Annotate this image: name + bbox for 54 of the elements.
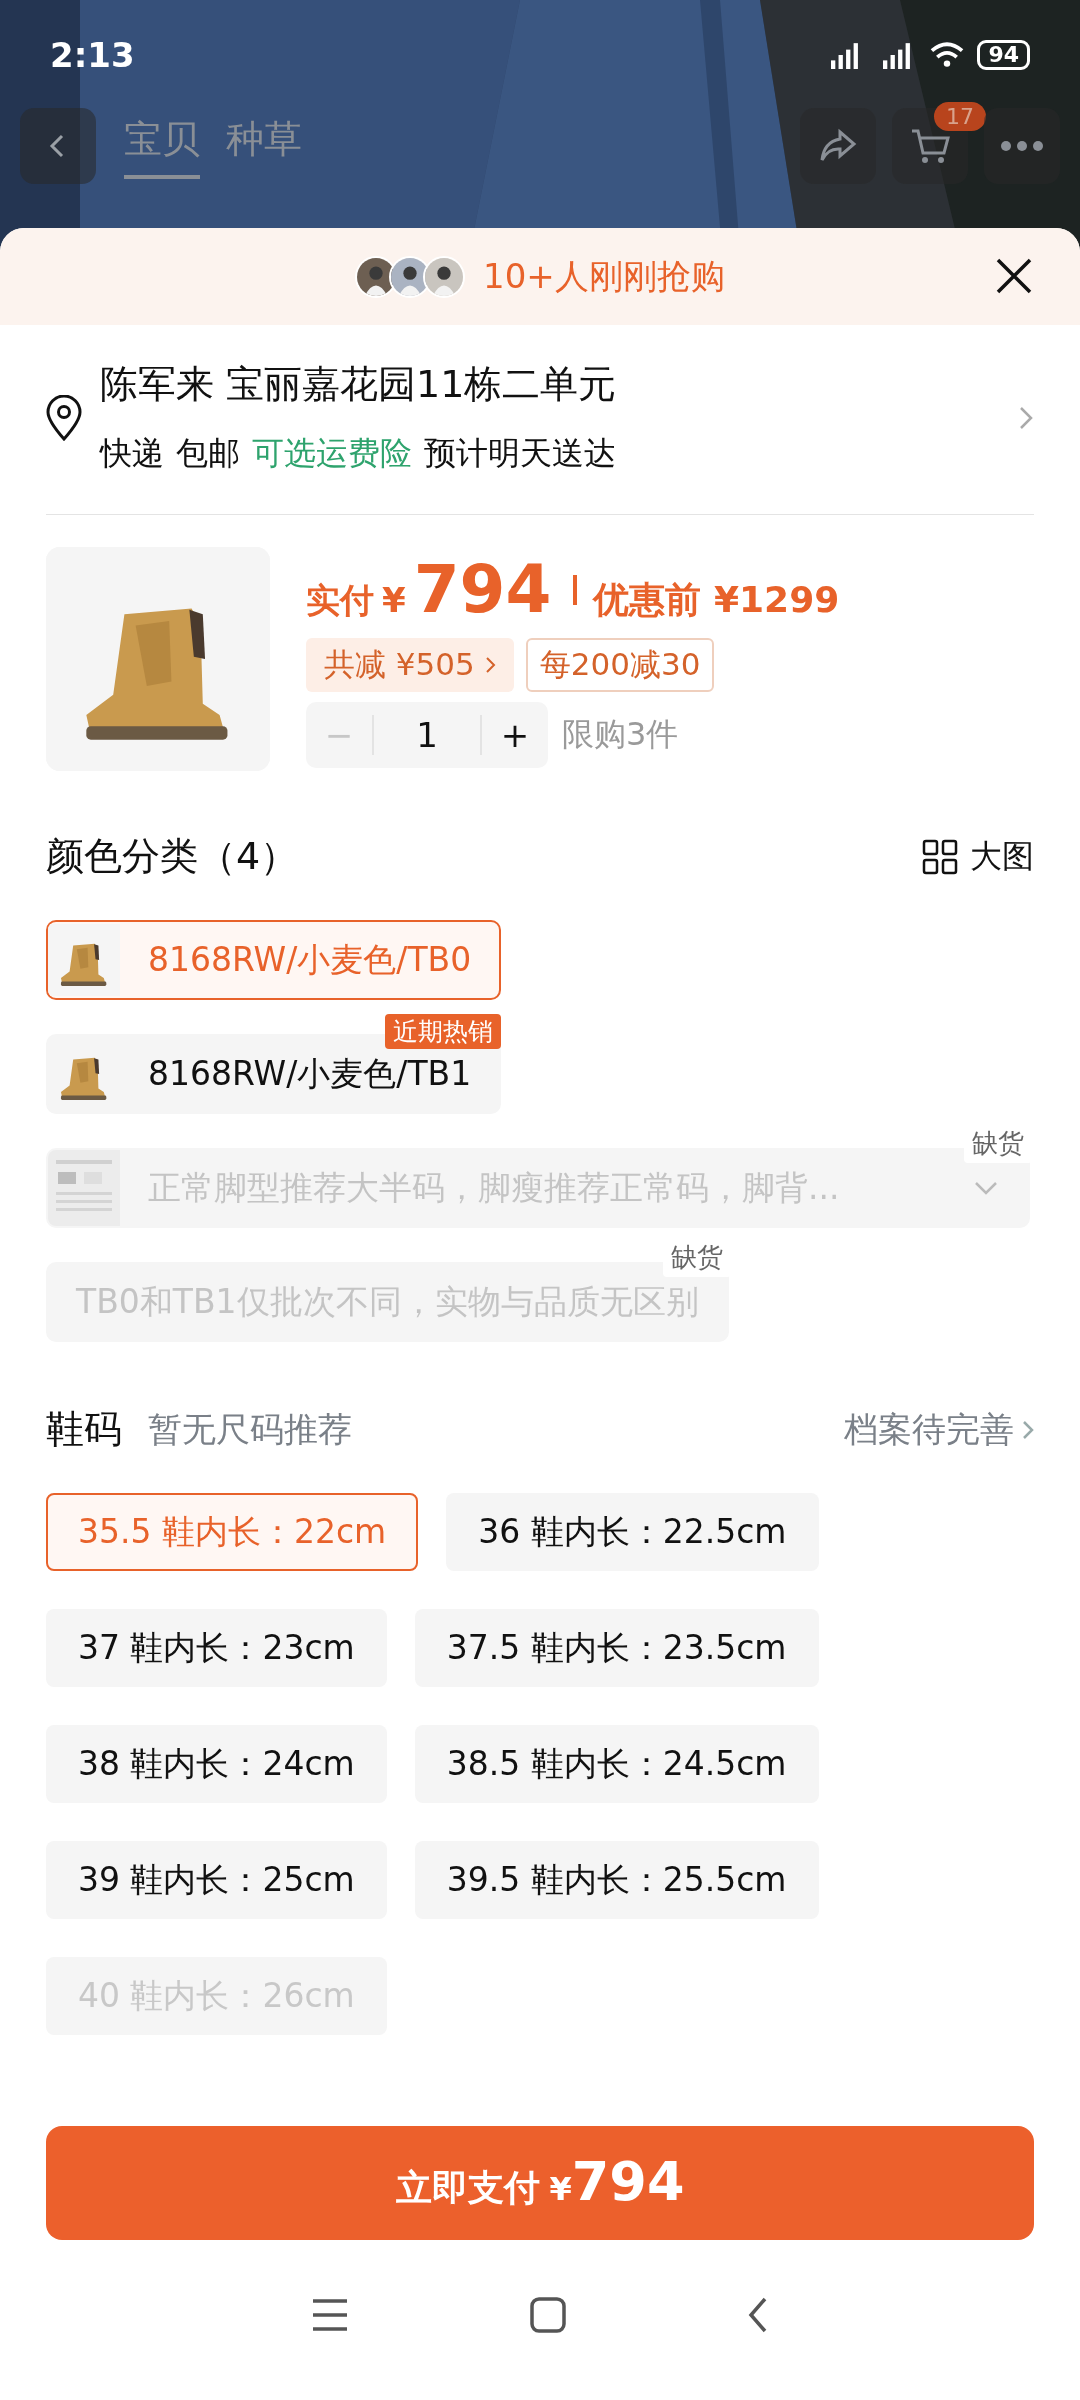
quantity-value: 1 [372,715,482,755]
chevron-icon [1018,404,1034,431]
delivery-text: 快递 [100,433,164,474]
purchase-limit: 限购3件 [562,714,679,755]
tab[interactable]: 种草 [226,113,302,179]
chevron-icon [484,656,496,674]
currency-symbol: ¥ [382,580,406,620]
location-icon [46,394,82,441]
insurance-link[interactable]: 可选运费险 [252,432,412,476]
back-button[interactable] [747,2296,769,2334]
size-hint: 暂无尺码推荐 [148,1407,353,1451]
hot-badge: 近期热销 [385,1014,502,1049]
home-button[interactable] [529,2296,567,2334]
increment-button[interactable]: + [482,702,548,768]
size-option[interactable]: 37 鞋内长：23cm [46,1609,387,1687]
section-title: 鞋码 [46,1406,122,1453]
battery-icon: 94 [977,40,1030,70]
more-icon [1000,140,1044,152]
pay-button[interactable]: 立即支付 ¥794 [46,2126,1034,2240]
coupon-tag: 每200减30 [525,638,715,692]
close-icon [994,256,1034,296]
grid-icon [922,838,958,875]
size-option[interactable]: 39.5 鞋内长：25.5cm [414,1841,819,1919]
back-icon [747,2296,769,2334]
wifi-icon [929,41,966,69]
price-label: 实付 [306,579,374,622]
size-option[interactable]: 38.5 鞋内长：24.5cm [414,1725,819,1803]
profile-link[interactable]: 档案待完善 [844,1406,1034,1453]
more-button[interactable] [984,108,1060,184]
square-icon [529,2296,567,2334]
close-button[interactable] [994,256,1034,296]
recents-button[interactable] [311,2298,349,2332]
discount-button[interactable]: 共减 ¥505 [306,638,514,692]
size-option[interactable]: 37.5 鞋内长：23.5cm [414,1609,819,1687]
quantity-stepper[interactable]: − 1 + [306,702,548,768]
size-option[interactable]: 38 鞋内长：24cm [46,1725,387,1803]
section-title: 颜色分类（4） [46,833,299,880]
chevron-icon [1022,1419,1034,1440]
size-option[interactable]: 39 鞋内长：25cm [46,1841,387,1919]
share-button[interactable] [800,108,876,184]
clock-time: 2:13 [50,35,135,75]
size-option[interactable]: 36 鞋内长：22.5cm [446,1493,819,1571]
large-view-toggle[interactable]: 大图 [922,834,1034,879]
banner-text: 10+人刚刚抢购 [483,254,725,298]
original-price: 优惠前 ¥1299 [593,578,840,622]
cart-icon [909,127,951,165]
size-option[interactable]: 35.5 鞋内长：22cm [46,1493,419,1571]
tab[interactable]: 宝贝 [124,113,200,179]
address-text: 陈军来 宝丽嘉花园11栋二单元 [100,361,618,408]
price: 794 [413,551,552,628]
delivery-text: 包邮 [176,433,240,474]
color-option[interactable]: 8168RW/小麦色/TB0 [46,920,502,1000]
menu-icon [311,2298,349,2332]
delivery-text: 预计明天送达 [424,433,616,474]
